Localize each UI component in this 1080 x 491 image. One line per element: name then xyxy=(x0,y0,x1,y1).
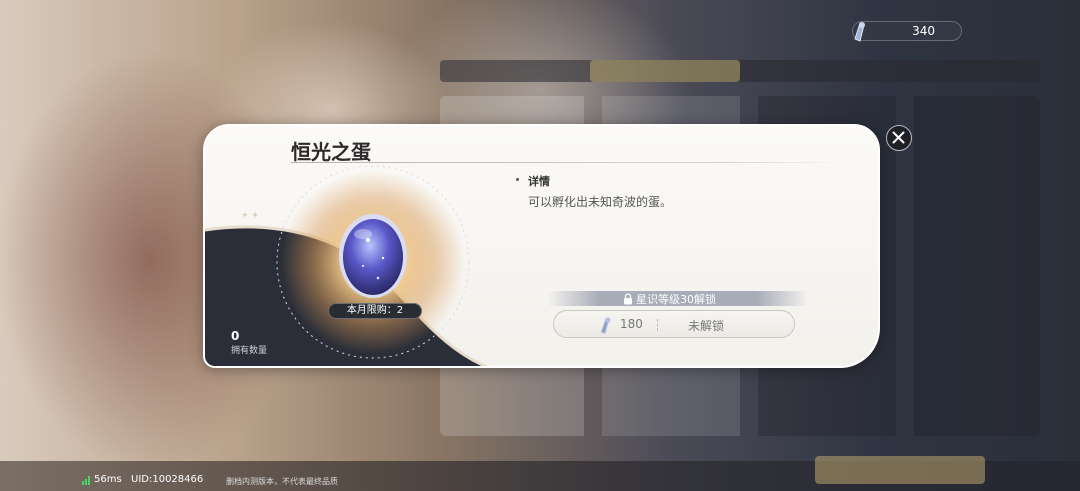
lock-icon xyxy=(624,293,632,305)
title-divider xyxy=(291,162,843,163)
currency-display: 340 xyxy=(852,21,962,42)
price-separator xyxy=(657,319,658,331)
build-notice: 删档内测版本，不代表最终品质 xyxy=(226,477,338,486)
monthly-limit-badge: 本月限购：2 xyxy=(328,303,422,319)
purchase-status: 未解锁 xyxy=(688,319,725,333)
unlock-requirement-text: 星识等级30解锁 xyxy=(636,293,716,306)
item-title: 恒光之蛋 xyxy=(291,140,371,164)
close-icon xyxy=(892,131,905,144)
crystal-icon xyxy=(600,317,611,335)
close-button[interactable] xyxy=(886,125,912,151)
item-description: 可以孵化出未知奇波的蛋。 xyxy=(528,195,673,209)
bullet-dot xyxy=(516,178,519,181)
purchase-button[interactable]: 180 未解锁 xyxy=(553,310,795,338)
background-gold-button xyxy=(815,456,985,484)
signal-icon xyxy=(82,476,90,485)
detail-label: 详情 xyxy=(528,175,550,188)
background-tab-active xyxy=(590,60,740,82)
ping-value: 56ms xyxy=(94,474,122,485)
currency-amount: 340 xyxy=(912,24,935,38)
user-id: UID:10028466 xyxy=(131,474,204,485)
svg-text:✦ ✦: ✦ ✦ xyxy=(241,211,259,221)
item-detail-dialog: ✦ ✦ 恒光之蛋 详情 可以孵化出未知奇波的蛋。 本月限购：2 0 拥有数量 星… xyxy=(203,124,880,368)
purchase-price: 180 xyxy=(620,317,643,331)
egg-item-image xyxy=(339,214,407,298)
footer-status-bar: 56ms UID:10028466 删档内测版本，不代表最终品质 xyxy=(0,473,400,491)
crystal-icon xyxy=(854,22,865,42)
background-tab-strip xyxy=(440,60,1040,82)
unlock-requirement-banner: 星识等级30解锁 xyxy=(547,291,809,306)
owned-label: 拥有数量 xyxy=(231,346,268,356)
owned-count: 0 xyxy=(231,329,240,343)
